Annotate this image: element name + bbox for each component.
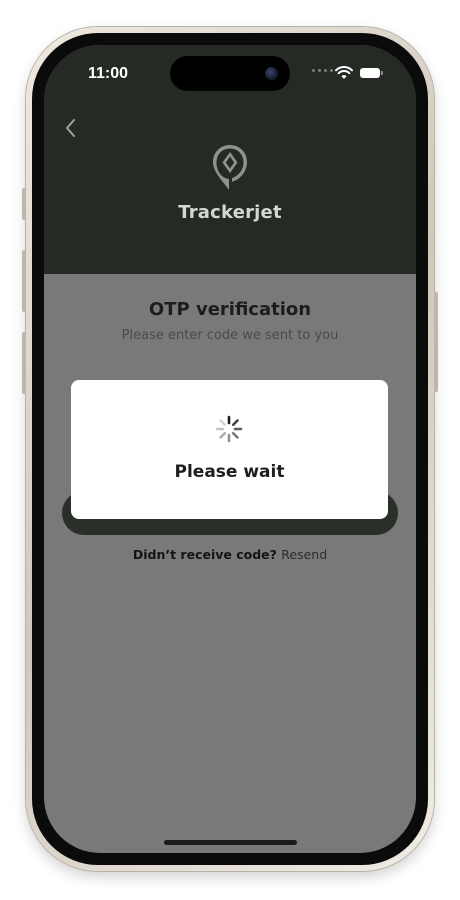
- page-subtitle: Please enter code we sent to you: [121, 328, 339, 343]
- battery-icon: [360, 68, 383, 78]
- dynamic-island: [170, 56, 290, 91]
- camera-icon: [265, 67, 278, 80]
- chevron-left-icon[interactable]: [62, 117, 78, 139]
- page-title: OTP verification: [148, 299, 312, 320]
- location-pin-logo-icon: [213, 145, 247, 190]
- brand-name: Trackerjet: [178, 202, 282, 223]
- loading-message: Please wait: [174, 462, 285, 482]
- resend-link[interactable]: Resend: [281, 547, 327, 562]
- app-header: 11:00 Trackerjet: [44, 45, 416, 274]
- activity-spinner-icon: [215, 415, 243, 443]
- status-time: 11:00: [88, 65, 129, 82]
- volume-down-button: [22, 332, 26, 394]
- wifi-icon: [335, 66, 353, 79]
- home-indicator[interactable]: [164, 840, 297, 845]
- resend-row: Didn’t receive code? Resend: [44, 547, 416, 562]
- cellular-dots-icon: [312, 69, 333, 72]
- app-screen: 11:00 Trackerjet OTP verification Please…: [44, 45, 416, 853]
- silent-switch: [22, 188, 26, 220]
- resend-prompt: Didn’t receive code?: [132, 547, 277, 562]
- volume-up-button: [22, 250, 26, 312]
- loading-dialog: Please wait: [71, 380, 388, 519]
- power-button: [434, 292, 438, 392]
